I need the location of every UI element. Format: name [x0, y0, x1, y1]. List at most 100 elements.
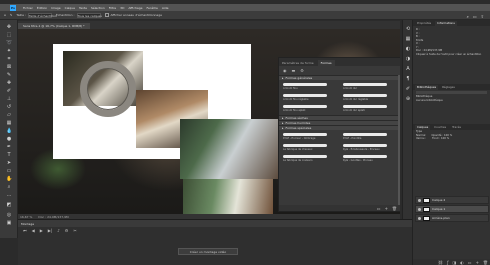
- menu-type[interactable]: Texte: [79, 6, 87, 10]
- blur-tool-icon[interactable]: 💧: [6, 128, 12, 134]
- paragraph-icon[interactable]: ¶: [405, 76, 411, 82]
- brush-item[interactable]: KYLE - Encreur - Ombrage: [283, 131, 337, 142]
- clone-source-icon[interactable]: ⊕: [405, 96, 411, 102]
- new-brush-icon[interactable]: +: [385, 206, 388, 211]
- sample-size-option[interactable]: Taille : Taille d'échantillon: [16, 12, 57, 18]
- eraser-tool-icon[interactable]: ▱: [6, 112, 12, 118]
- brush-item[interactable]: Kyle - Éclaboussure - Pinceau: [343, 142, 397, 153]
- menu-layer[interactable]: Calque: [65, 6, 75, 10]
- brush-item[interactable]: Arrondi flou aplati: [283, 103, 337, 114]
- search-icon[interactable]: ⌕: [467, 14, 469, 19]
- menu-help[interactable]: Aide: [162, 6, 169, 10]
- layer-row[interactable]: Calque 2: [415, 196, 489, 204]
- quick-mask-icon[interactable]: ◎: [6, 212, 12, 218]
- move-tool-icon[interactable]: ✥: [6, 24, 12, 30]
- menu-3d[interactable]: 3D: [120, 6, 124, 10]
- tab-paths[interactable]: Tracés: [450, 125, 463, 130]
- history-icon[interactable]: ⟲: [405, 26, 411, 32]
- brush-item[interactable]: KYLE - Pointillé: [343, 131, 397, 142]
- menu-file[interactable]: Fichier: [23, 6, 33, 10]
- mask-icon[interactable]: ◨: [453, 260, 457, 265]
- marquee-tool-icon[interactable]: ⬚: [6, 32, 12, 38]
- quick-select-tool-icon[interactable]: ✦: [6, 48, 12, 54]
- eye-icon[interactable]: [418, 216, 421, 220]
- prev-frame-icon[interactable]: ◀: [32, 228, 35, 233]
- eyedropper-tool-icon[interactable]: ✎: [6, 72, 12, 78]
- eye-icon[interactable]: [418, 207, 421, 211]
- zoom-tool-icon[interactable]: ⌕: [6, 184, 12, 190]
- show-ring-checkbox[interactable]: [104, 13, 109, 17]
- healing-tool-icon[interactable]: ✚: [6, 80, 12, 86]
- gradient-tool-icon[interactable]: ▦: [6, 120, 12, 126]
- zoom-level[interactable]: 16,67 %: [20, 215, 32, 219]
- brush-item[interactable]: Arrondi flou: [283, 81, 337, 92]
- adjustment-layer-icon[interactable]: ◐: [460, 260, 464, 265]
- sample-option[interactable]: Échantillon : Tous les calques: [56, 12, 102, 18]
- menu-image[interactable]: Image: [51, 6, 60, 10]
- trash-icon[interactable]: 🗑: [392, 206, 397, 211]
- audio-icon[interactable]: ♪: [57, 228, 60, 233]
- library-dropdown[interactable]: [416, 91, 487, 94]
- stamp-tool-icon[interactable]: ⊥: [6, 96, 12, 102]
- character-icon[interactable]: A: [405, 66, 411, 72]
- home-icon[interactable]: ⌂: [4, 13, 6, 17]
- brush-item[interactable]: Arrondi flou réglable: [283, 92, 337, 103]
- eye-icon[interactable]: [418, 198, 421, 202]
- tab-adjustments[interactable]: Réglages: [440, 85, 457, 90]
- frame-tool-icon[interactable]: ⊠: [6, 64, 12, 70]
- cut-icon[interactable]: ✂: [73, 228, 76, 233]
- new-group-icon[interactable]: ▭: [377, 206, 381, 211]
- link-icon[interactable]: ⛓: [438, 260, 443, 265]
- menu-view[interactable]: Affichage: [128, 6, 142, 10]
- trash-icon[interactable]: 🗑: [483, 260, 488, 265]
- brush-item[interactable]: Arrondi dur réglable: [343, 92, 397, 103]
- adjustments-icon[interactable]: ◑: [405, 56, 411, 62]
- brush-tool-icon[interactable]: ✐: [6, 88, 12, 94]
- brush-preview-icon[interactable]: ▬: [292, 68, 296, 73]
- group-icon[interactable]: ▭: [468, 260, 472, 265]
- menu-edit[interactable]: Édition: [37, 6, 47, 10]
- tab-channels[interactable]: Couches: [432, 125, 448, 130]
- color-swatches-icon[interactable]: ◩: [6, 202, 12, 208]
- lasso-tool-icon[interactable]: ➰: [6, 40, 12, 46]
- brush-size-icon[interactable]: ◉: [283, 68, 287, 73]
- brush-item[interactable]: Arrondi dur: [343, 81, 397, 92]
- hand-tool-icon[interactable]: ✋: [6, 176, 12, 182]
- path-select-tool-icon[interactable]: ➤: [6, 160, 12, 166]
- tab-info[interactable]: Informations: [435, 21, 457, 26]
- fill-field[interactable]: Fond : 100 %: [432, 137, 449, 141]
- brush-item[interactable]: Arrondi dur aplati: [343, 103, 397, 114]
- brushes-scrollbar[interactable]: [398, 75, 400, 210]
- brush-item[interactable]: Kyle - Gouttes - Pinceau: [343, 153, 397, 164]
- layer-row[interactable]: Calque 1: [415, 205, 489, 213]
- sample-dropdown[interactable]: Tous les calques: [76, 12, 102, 18]
- brush-panel-icon[interactable]: ✐: [405, 86, 411, 92]
- create-video-timeline-button[interactable]: Créer un montage vidéo: [178, 248, 238, 255]
- eyedropper-icon[interactable]: ✎: [10, 13, 13, 17]
- menu-window[interactable]: Fenêtre: [146, 6, 157, 10]
- menu-filter[interactable]: Filtre: [109, 6, 116, 10]
- share-icon[interactable]: ⇪: [481, 14, 484, 19]
- fx-icon[interactable]: ƒ: [447, 260, 448, 265]
- next-frame-icon[interactable]: ▶|: [48, 228, 52, 233]
- more-tools-icon[interactable]: …: [6, 192, 12, 198]
- brush-settings-icon[interactable]: ⚙: [300, 68, 304, 73]
- layer-row[interactable]: Arrière-plan: [415, 214, 489, 222]
- sample-size-dropdown[interactable]: Taille d'échantillon: [27, 12, 57, 18]
- play-icon[interactable]: ▶: [40, 228, 43, 233]
- dodge-tool-icon[interactable]: ●: [6, 136, 12, 142]
- show-ring-option[interactable]: Afficher anneau d'échantillonnage: [104, 13, 162, 17]
- first-frame-icon[interactable]: ⏮: [23, 228, 27, 233]
- type-tool-icon[interactable]: T: [6, 152, 12, 158]
- tab-brush-settings[interactable]: Paramètres de forme: [279, 60, 317, 66]
- crop-tool-icon[interactable]: ⌗: [6, 56, 12, 62]
- workspace-icon[interactable]: ▭: [473, 14, 477, 19]
- screen-mode-icon[interactable]: ▣: [6, 220, 12, 226]
- settings-icon[interactable]: ⚙: [65, 228, 69, 233]
- brush-item[interactable]: La fabrique de cheveux: [283, 142, 337, 153]
- new-layer-icon[interactable]: +: [476, 260, 479, 265]
- brush-item[interactable]: La fabrique de couleurs: [283, 153, 337, 164]
- tab-properties[interactable]: Propriétés: [415, 21, 433, 26]
- pen-tool-icon[interactable]: ✒: [6, 144, 12, 150]
- tab-libraries[interactable]: Bibliothèques: [415, 85, 439, 90]
